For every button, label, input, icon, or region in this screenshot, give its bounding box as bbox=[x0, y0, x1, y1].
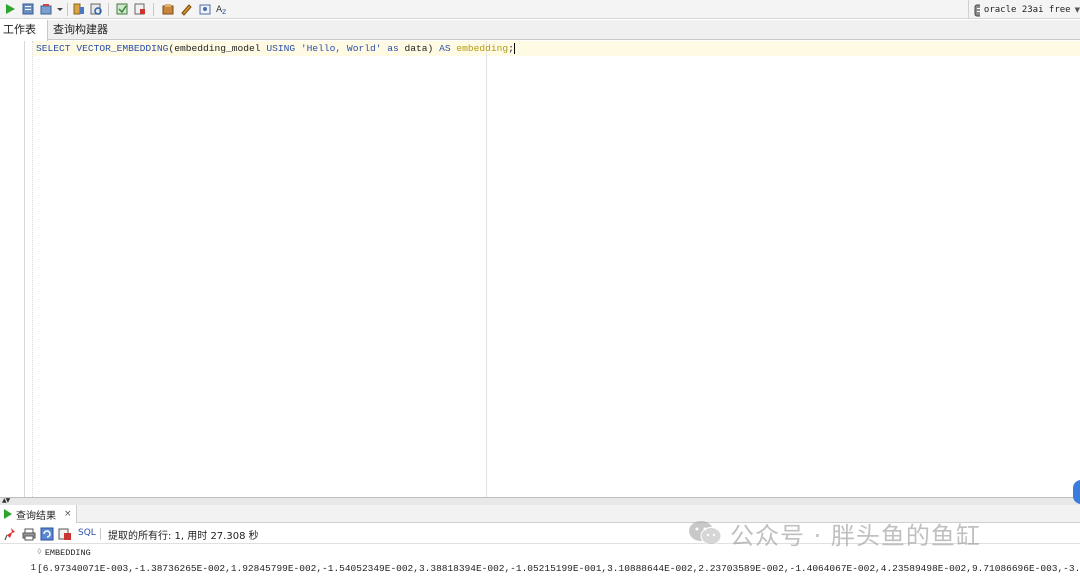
svg-text:z: z bbox=[222, 7, 226, 16]
row-number: 1 bbox=[30, 563, 36, 573]
pin-icon[interactable] bbox=[4, 527, 18, 541]
clear-icon[interactable] bbox=[132, 1, 148, 17]
tab-query-result[interactable]: 查询结果 × bbox=[0, 505, 77, 523]
right-margin-line bbox=[486, 41, 487, 497]
column-header-label: EMBEDDING bbox=[44, 547, 91, 558]
column-alias: embedding bbox=[456, 43, 509, 54]
refresh-icon[interactable] bbox=[40, 527, 54, 541]
scroll-indicator[interactable] bbox=[1073, 480, 1080, 504]
toolbar-separator bbox=[100, 528, 101, 540]
line-gutter bbox=[0, 41, 25, 497]
split-arrows-icon[interactable]: ▲▼ bbox=[2, 497, 10, 504]
tab-query-builder[interactable]: 查询构建器 bbox=[50, 20, 111, 40]
sql-tuning-icon[interactable] bbox=[114, 1, 130, 17]
print-icon[interactable] bbox=[22, 527, 36, 541]
embedding-cell[interactable]: [6.97340071E-003,-1.38736265E-002,1.9284… bbox=[37, 563, 1080, 574]
connection-selector[interactable]: oracle 23ai free ▼ bbox=[968, 0, 1080, 19]
text-cursor bbox=[513, 42, 515, 54]
autotrace-icon[interactable] bbox=[88, 1, 104, 17]
snippet-icon[interactable] bbox=[197, 1, 213, 17]
sql-editor[interactable]: SELECT VECTOR_EMBEDDING(embedding_model … bbox=[0, 41, 1080, 497]
keyword-select: SELECT bbox=[36, 43, 71, 54]
close-icon[interactable]: × bbox=[64, 509, 72, 519]
sort-icon[interactable]: ◊ bbox=[37, 548, 42, 557]
wechat-icon bbox=[689, 521, 722, 545]
export-icon[interactable] bbox=[58, 527, 72, 541]
database-icon bbox=[974, 4, 980, 16]
data-identifier: data) bbox=[404, 43, 434, 54]
fetch-status: 提取的所有行: 1, 用时 27.308 秒 bbox=[108, 531, 259, 542]
keyword-as: as bbox=[387, 43, 399, 54]
history-icon[interactable] bbox=[160, 1, 176, 17]
watermark: 公众号 · 胖头鱼的鱼缸 bbox=[688, 514, 981, 552]
play-icon bbox=[4, 509, 12, 519]
keyword-using: USING bbox=[266, 43, 296, 54]
toolbar-separator bbox=[67, 3, 68, 16]
sql-button[interactable]: SQL bbox=[78, 528, 96, 538]
editor-tabs: 工作表 查询构建器 bbox=[0, 20, 1080, 41]
fold-gutter bbox=[25, 41, 33, 497]
table-row[interactable]: 1 [6.97340071E-003,-1.38736265E-002,1.92… bbox=[0, 561, 1080, 578]
run-statement-icon[interactable] bbox=[2, 1, 18, 17]
result-tab-label: 查询结果 bbox=[16, 510, 56, 522]
watermark-text: 公众号 · 胖头鱼的鱼缸 bbox=[730, 521, 981, 550]
column-header-embedding[interactable]: ◊ EMBEDDING bbox=[37, 546, 91, 559]
chevron-down-icon: ▼ bbox=[1074, 5, 1080, 14]
tab-worksheet[interactable]: 工作表 bbox=[0, 20, 48, 41]
keyword-as-alias: AS bbox=[439, 43, 451, 54]
commit-dropdown-icon[interactable] bbox=[55, 1, 65, 17]
run-script-icon[interactable] bbox=[20, 1, 36, 17]
string-literal: 'Hello, World' bbox=[300, 43, 382, 54]
toolbar-separator bbox=[108, 3, 109, 16]
spell-check-icon[interactable]: Az bbox=[215, 1, 231, 17]
commit-icon[interactable] bbox=[38, 1, 54, 17]
function-name: VECTOR_EMBEDDING bbox=[76, 43, 169, 54]
connection-label: oracle 23ai free bbox=[983, 4, 1071, 15]
format-icon[interactable] bbox=[178, 1, 194, 17]
explain-plan-icon[interactable] bbox=[71, 1, 87, 17]
toolbar-separator bbox=[153, 3, 154, 16]
main-toolbar: Az oracle 23ai free ▼ bbox=[0, 0, 1080, 19]
function-args: (embedding_model bbox=[168, 43, 267, 54]
split-bar[interactable]: ▲▼ bbox=[0, 497, 1080, 505]
code-line-1[interactable]: SELECT VECTOR_EMBEDDING(embedding_model … bbox=[36, 42, 515, 55]
